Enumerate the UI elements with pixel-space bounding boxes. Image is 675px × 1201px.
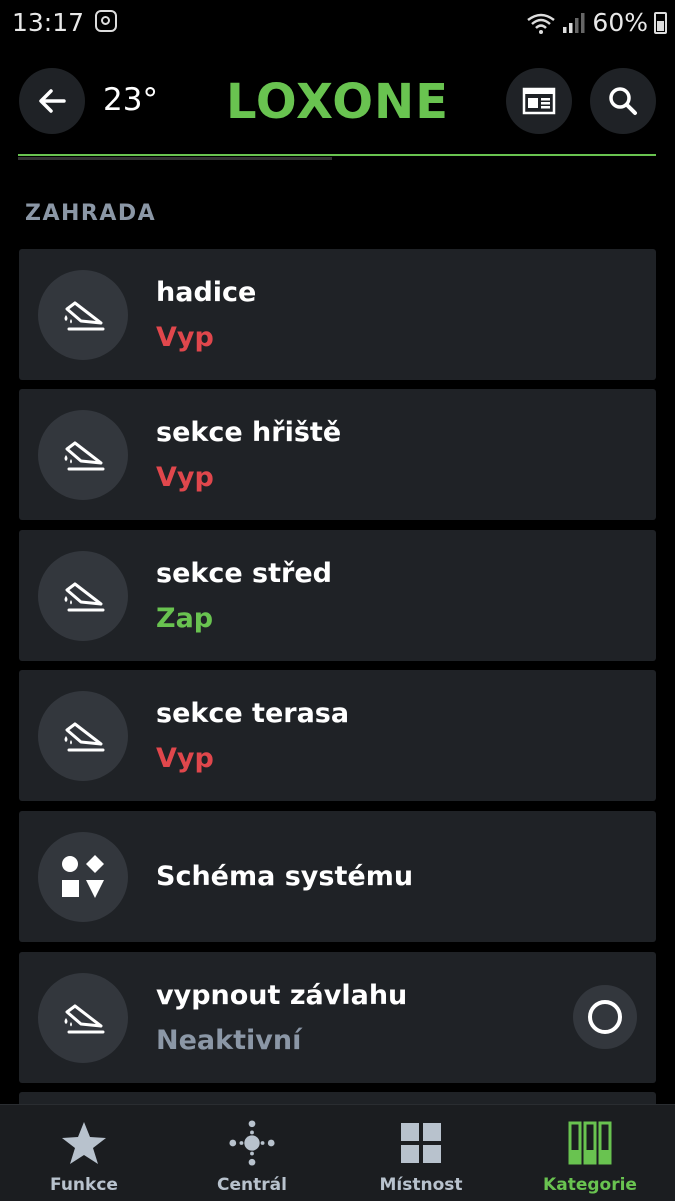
item-name: sekce terasa	[156, 698, 350, 729]
battery-percent: 60%	[592, 8, 648, 37]
list-item[interactable]: Schéma systému	[19, 811, 656, 942]
item-name: sekce hřiště	[156, 417, 342, 448]
instagram-notification-icon	[95, 10, 117, 32]
item-state: Vyp	[156, 743, 214, 774]
list-item[interactable]: sekce terasa Vyp	[19, 670, 656, 801]
section-title: ZAHRADA	[25, 201, 157, 226]
scroll-indicator	[18, 157, 332, 160]
list-item[interactable]: vypnout závlahu Neaktivní	[19, 952, 656, 1083]
item-name: Schéma systému	[156, 861, 414, 892]
news-button[interactable]	[506, 68, 572, 134]
irrigation-icon	[38, 973, 128, 1063]
tab-label: Funkce	[50, 1175, 118, 1195]
tab-label: Centrál	[217, 1175, 287, 1195]
header-divider	[18, 154, 656, 156]
irrigation-icon	[38, 551, 128, 641]
search-icon	[609, 87, 637, 115]
wifi-icon	[527, 13, 556, 34]
tab-mistnost[interactable]: Místnost	[337, 1105, 505, 1201]
tab-funkce[interactable]: Funkce	[0, 1105, 168, 1201]
signal-icon	[563, 12, 585, 33]
battery-icon	[654, 11, 667, 34]
central-icon	[228, 1119, 276, 1167]
tab-kategorie[interactable]: Kategorie	[506, 1105, 674, 1201]
star-icon	[60, 1119, 108, 1167]
activate-button[interactable]	[573, 985, 637, 1049]
categories-icon	[566, 1119, 614, 1167]
irrigation-icon	[38, 410, 128, 500]
app-header: 23° LOXONE	[0, 62, 675, 142]
tab-label: Kategorie	[543, 1175, 637, 1195]
search-button[interactable]	[590, 68, 656, 134]
status-time: 13:17	[12, 8, 85, 37]
irrigation-icon	[38, 270, 128, 360]
list-item[interactable]: sekce střed Zap	[19, 530, 656, 661]
status-bar: 13:17 60%	[0, 0, 675, 46]
item-name: sekce střed	[156, 558, 332, 589]
circle-icon	[588, 1000, 622, 1034]
irrigation-icon	[38, 691, 128, 781]
item-state: Zap	[156, 603, 214, 634]
bottom-tab-bar: Funkce Centrál Místnost Kategorie	[0, 1104, 675, 1201]
tab-central[interactable]: Centrál	[168, 1105, 336, 1201]
item-state: Neaktivní	[156, 1025, 302, 1056]
shapes-icon	[38, 832, 128, 922]
list-item[interactable]: sekce hřiště Vyp	[19, 389, 656, 520]
loxone-logo: LOXONE	[225, 74, 450, 130]
item-name: vypnout závlahu	[156, 980, 408, 1011]
tab-label: Místnost	[379, 1175, 463, 1195]
item-name: hadice	[156, 277, 257, 308]
item-state: Vyp	[156, 322, 214, 353]
rooms-icon	[397, 1119, 445, 1167]
item-state: Vyp	[156, 462, 214, 493]
newspaper-icon	[522, 87, 556, 115]
status-right: 60%	[526, 8, 667, 37]
list-item[interactable]: hadice Vyp	[19, 249, 656, 380]
